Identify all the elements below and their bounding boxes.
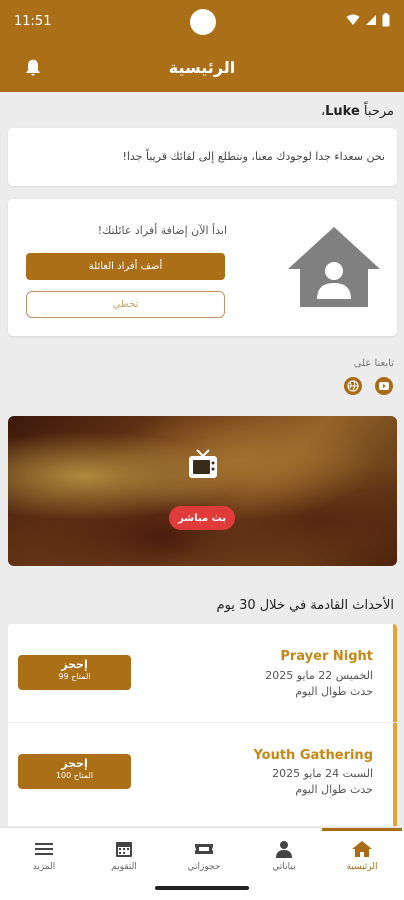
family-prompt: ابدأ الآن إضافة أفراد عائلتك! — [97, 224, 227, 237]
app-header: الرئيسية — [0, 45, 404, 92]
live-button[interactable]: بث مباشر — [169, 506, 235, 530]
house-user-icon — [288, 227, 380, 307]
book-label: إحجز — [61, 757, 88, 770]
status-icons — [346, 13, 390, 27]
availability: 100 المتاح — [55, 771, 94, 780]
event-time: حدث طوال اليوم — [295, 685, 373, 698]
camera-cutout — [190, 9, 216, 35]
youtube-icon[interactable] — [375, 377, 393, 395]
status-time: 11:51 — [14, 14, 52, 29]
events-heading: الأحداث القادمة في خلال 30 يوم — [216, 598, 394, 613]
person-icon — [276, 841, 292, 858]
tv-icon — [189, 449, 217, 478]
welcome-card: نحن سعداء جدا لوجودك معنا، ونتطلع إلى لق… — [8, 128, 397, 186]
nav-item-bookings[interactable]: حجوزاتي — [164, 828, 244, 888]
nav-item-profile[interactable]: بياناتي — [244, 828, 324, 888]
welcome-message: نحن سعداء جدا لوجودك معنا، ونتطلع إلى لق… — [122, 150, 385, 163]
nav-item-home[interactable]: الرئيسية — [322, 828, 402, 888]
add-family-button[interactable]: أضف أفراد العائلة — [26, 253, 225, 280]
availability: 99 المتاح — [58, 672, 91, 681]
nav-label: الرئيسية — [346, 862, 378, 872]
nav-item-more[interactable]: المزيد — [4, 828, 84, 888]
nav-label: التقويم — [111, 862, 137, 872]
book-label: إحجز — [61, 658, 88, 671]
ticket-icon — [195, 844, 213, 854]
signal-icon — [366, 15, 376, 25]
bell-icon[interactable] — [23, 58, 43, 82]
home-icon — [352, 841, 372, 857]
gesture-bar — [155, 886, 249, 890]
greeting-prefix: مرحباً — [359, 104, 394, 119]
banner-overlay — [8, 416, 397, 566]
event-date: الخميس 22 مايو 2025 — [265, 669, 373, 682]
user-name: Luke — [325, 104, 360, 119]
skip-button[interactable]: تخطي — [26, 291, 225, 318]
nav-label: المزيد — [32, 862, 56, 872]
follow-us-label: تابعنا على — [353, 358, 394, 369]
family-card: ابدأ الآن إضافة أفراد عائلتك! أضف أفراد … — [8, 199, 397, 336]
calendar-icon — [116, 842, 132, 857]
page-title: الرئيسية — [168, 58, 236, 77]
status-bar: 11:51 — [0, 0, 404, 45]
event-date: السبت 24 مايو 2025 — [272, 767, 373, 780]
nav-label: بياناتي — [272, 862, 296, 872]
event-time: حدث طوال اليوم — [295, 783, 373, 796]
live-stream-banner[interactable]: بث مباشر — [8, 416, 397, 566]
globe-icon[interactable] — [344, 377, 362, 395]
event-card[interactable]: Youth Gathering السبت 24 مايو 2025 حدث ط… — [8, 723, 397, 826]
event-title: Prayer Night — [280, 649, 373, 664]
nav-item-calendar[interactable]: التقويم — [84, 828, 164, 888]
nav-label: حجوزاتي — [187, 862, 221, 872]
wifi-icon — [346, 14, 360, 25]
menu-icon — [35, 843, 53, 855]
event-card[interactable]: Prayer Night الخميس 22 مايو 2025 حدث طوا… — [8, 624, 397, 722]
event-title: Youth Gathering — [253, 748, 373, 763]
battery-icon — [382, 13, 390, 27]
book-button[interactable]: إحجز 99 المتاح — [18, 655, 131, 690]
greeting: مرحباً Luke، — [321, 104, 394, 119]
book-button[interactable]: إحجز 100 المتاح — [18, 754, 131, 789]
